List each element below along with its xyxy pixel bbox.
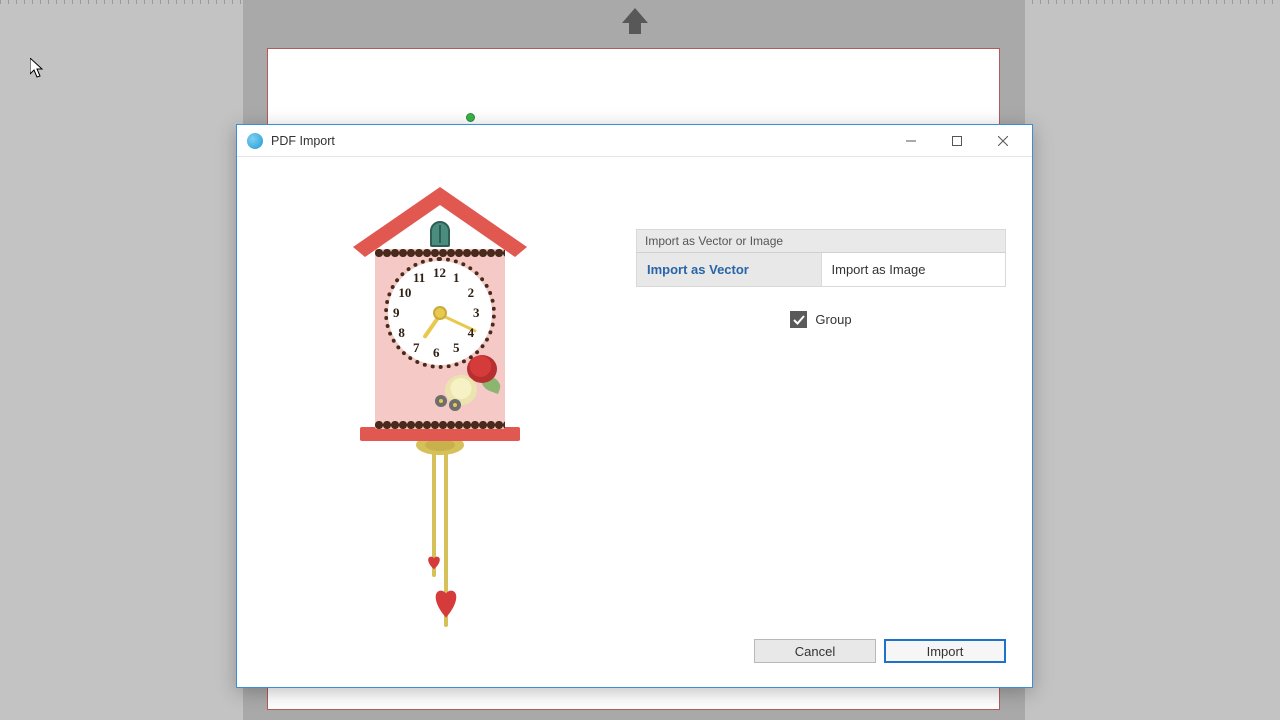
tab-import-as-image[interactable]: Import as Image: [822, 253, 1007, 287]
pdf-preview: 121234567891011: [255, 187, 625, 657]
app-icon: [247, 133, 263, 149]
artboard-top-arrow-icon: [620, 8, 650, 34]
clock-numeral: 2: [468, 285, 475, 301]
import-button[interactable]: Import: [884, 639, 1006, 663]
cancel-button[interactable]: Cancel: [754, 639, 876, 663]
clock-numeral: 4: [468, 325, 475, 341]
clock-face: 121234567891011: [388, 261, 492, 365]
cursor-icon: [30, 58, 44, 78]
clock-numeral: 12: [433, 265, 446, 281]
flower-cluster: [437, 355, 507, 415]
heart-icon: [431, 585, 461, 619]
check-icon: [793, 314, 805, 326]
heart-icon: [425, 553, 443, 571]
maximize-button[interactable]: [934, 125, 980, 157]
maximize-icon: [952, 136, 962, 146]
rotation-handle[interactable]: [466, 113, 475, 122]
clock-numeral: 11: [413, 270, 425, 286]
clock-numeral: 1: [453, 270, 460, 286]
clock-numeral: 7: [413, 340, 420, 356]
cuckoo-window: [430, 221, 450, 247]
minimize-icon: [906, 136, 916, 146]
close-button[interactable]: [980, 125, 1026, 157]
clock-numeral: 5: [453, 340, 460, 356]
dialog-titlebar[interactable]: PDF Import: [237, 125, 1032, 157]
tab-import-as-vector[interactable]: Import as Vector: [636, 253, 822, 287]
group-label: Group: [815, 312, 851, 327]
clock-numeral: 3: [473, 305, 480, 321]
pdf-import-dialog: PDF Import: [236, 124, 1033, 688]
cuckoo-clock-illustration: 121234567891011: [345, 187, 535, 637]
clock-numeral: 10: [398, 285, 411, 301]
section-header: Import as Vector or Image: [636, 229, 1006, 253]
clock-numeral: 8: [398, 325, 405, 341]
group-checkbox[interactable]: [790, 311, 807, 328]
dialog-title: PDF Import: [271, 134, 335, 148]
minimize-button[interactable]: [888, 125, 934, 157]
clock-numeral: 9: [393, 305, 400, 321]
close-icon: [998, 136, 1008, 146]
